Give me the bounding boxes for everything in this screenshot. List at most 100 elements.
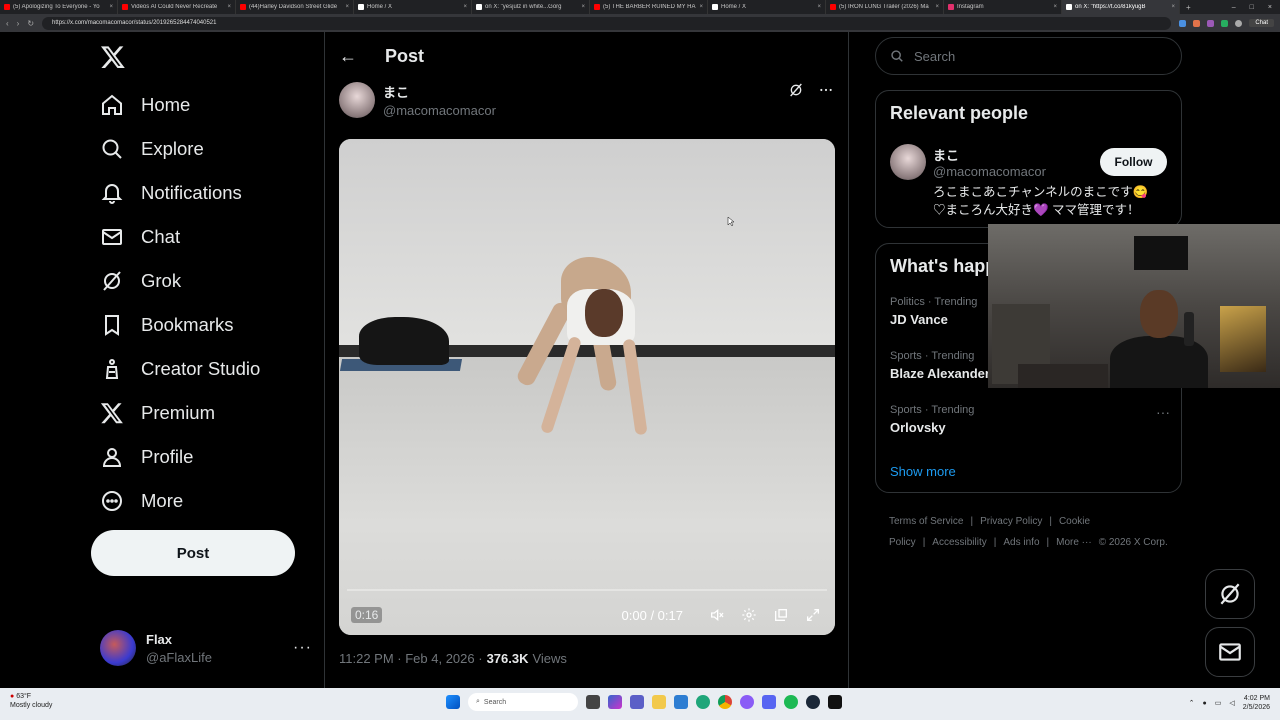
minimize-icon[interactable]: – xyxy=(1232,4,1236,11)
show-more-link[interactable]: Show more xyxy=(890,464,956,479)
nav-item-home[interactable]: Home xyxy=(100,85,190,125)
browser-tab[interactable]: on X: "yesjulz in white...Gorg × xyxy=(472,0,590,14)
extension-icon[interactable] xyxy=(1193,19,1201,27)
close-window-icon[interactable]: × xyxy=(1268,4,1272,11)
clock[interactable]: 4:02 PM 2/5/2026 xyxy=(1243,694,1270,712)
relevant-person-handle[interactable]: @macomacomacor xyxy=(933,164,1046,179)
tab-close-icon[interactable]: × xyxy=(345,4,349,10)
post-timestamp[interactable]: 11:22 PM · Feb 4, 2026 · xyxy=(339,651,483,666)
tab-close-icon[interactable]: × xyxy=(581,4,585,10)
footer-link[interactable]: More ··· xyxy=(1056,537,1092,548)
relevant-person-name[interactable]: まこ xyxy=(933,145,959,164)
grok-icon xyxy=(103,271,121,291)
nav-item-profile[interactable]: Profile xyxy=(100,437,193,477)
grok-floating-button[interactable] xyxy=(1205,569,1255,619)
back-arrow-icon[interactable]: ‹ xyxy=(6,19,9,28)
browser-tab[interactable]: (5) THE BARBER RUINED MY HA × xyxy=(590,0,708,14)
avatar[interactable] xyxy=(890,144,926,180)
new-tab-icon[interactable]: + xyxy=(1180,3,1197,12)
taskbar-search[interactable]: ⌕ Search xyxy=(468,693,578,711)
author-name[interactable]: まこ xyxy=(383,82,496,101)
video-player[interactable]: 0:16 0:00 / 0:17 xyxy=(339,139,835,635)
browser-tab[interactable]: (5) IRON LUNG Trailer (2026) Ma × xyxy=(826,0,944,14)
nav-item-notifications[interactable]: Notifications xyxy=(100,173,242,213)
nav-item-creator-studio[interactable]: Creator Studio xyxy=(100,349,260,389)
tab-close-icon[interactable]: × xyxy=(935,4,939,10)
footer-link[interactable]: Privacy Policy xyxy=(980,516,1042,527)
network-icon[interactable]: ▭ xyxy=(1215,699,1222,707)
extension-icon[interactable] xyxy=(1179,19,1187,27)
copilot-icon[interactable] xyxy=(608,695,622,709)
browser-tab[interactable]: Instagram × xyxy=(944,0,1062,14)
more-horizontal-icon[interactable] xyxy=(818,82,834,98)
nav-item-explore[interactable]: Explore xyxy=(100,129,204,169)
browser-tab[interactable]: Videos AI Could Never Recreate × xyxy=(118,0,236,14)
pip-icon[interactable] xyxy=(771,605,791,625)
tab-close-icon[interactable]: × xyxy=(817,4,821,10)
back-arrow-icon[interactable]: ← xyxy=(339,46,357,67)
browser-tab[interactable]: (44)Harley Davidson Street Glide × xyxy=(236,0,354,14)
trend-item[interactable]: Sports · Trending Orlovsky ··· xyxy=(890,404,1170,435)
address-bar[interactable]: https://x.com/macomacomacor/status/20192… xyxy=(42,16,1172,30)
x-logo-icon[interactable] xyxy=(100,44,126,70)
teams-icon[interactable] xyxy=(630,695,644,709)
spotify-icon[interactable] xyxy=(784,695,798,709)
footer-link[interactable]: Terms of Service xyxy=(889,516,963,527)
tab-close-icon[interactable]: × xyxy=(463,4,467,10)
post-author[interactable]: まこ @macomacomacor xyxy=(339,82,496,118)
tab-close-icon[interactable]: × xyxy=(699,4,703,10)
tab-close-icon[interactable]: × xyxy=(1053,4,1057,10)
store-icon[interactable] xyxy=(674,695,688,709)
chrome-icon[interactable] xyxy=(718,695,732,709)
nav-item-bookmarks[interactable]: Bookmarks xyxy=(100,305,234,345)
nav-item-chat[interactable]: Chat xyxy=(100,217,180,257)
file-explorer-icon[interactable] xyxy=(652,695,666,709)
task-view-icon[interactable] xyxy=(586,695,600,709)
extension-icon[interactable] xyxy=(1221,19,1229,27)
browser-tab[interactable]: on X: "https://t.co/81kyugB × xyxy=(1062,0,1180,14)
avatar[interactable] xyxy=(339,82,375,118)
search-input[interactable]: Search xyxy=(875,37,1182,75)
messages-floating-button[interactable] xyxy=(1205,627,1255,677)
grok-icon[interactable] xyxy=(788,82,804,98)
windows-start-icon[interactable] xyxy=(446,695,460,709)
extension-icon[interactable] xyxy=(1207,19,1215,27)
footer-link[interactable]: Accessibility xyxy=(932,537,986,548)
reload-icon[interactable]: ↻ xyxy=(27,19,34,28)
tab-close-icon[interactable]: × xyxy=(1171,4,1175,10)
follow-button[interactable]: Follow xyxy=(1100,148,1167,176)
browser-chat-button[interactable]: Chat xyxy=(1249,19,1274,27)
chevron-up-icon[interactable]: ⌃ xyxy=(1189,699,1195,707)
weather-widget[interactable]: ● 63°F Mostly cloudy xyxy=(10,692,52,710)
nav-item-more[interactable]: More xyxy=(100,481,183,521)
app-icon[interactable] xyxy=(740,695,754,709)
tab-close-icon[interactable]: × xyxy=(227,4,231,10)
capcut-icon[interactable] xyxy=(828,695,842,709)
video-progress-bar[interactable] xyxy=(347,589,827,591)
mute-icon[interactable] xyxy=(707,605,727,625)
profile-avatar-icon[interactable] xyxy=(1235,19,1243,27)
browser-tab[interactable]: Home / X × xyxy=(708,0,826,14)
post-button[interactable]: Post xyxy=(91,530,295,576)
forward-arrow-icon[interactable]: › xyxy=(17,19,20,28)
maximize-icon[interactable]: □ xyxy=(1250,4,1254,11)
nav-item-grok[interactable]: Grok xyxy=(100,261,181,301)
account-more-icon[interactable]: ··· xyxy=(293,639,312,657)
more-horizontal-icon[interactable]: ··· xyxy=(1156,404,1170,420)
browser-tab[interactable]: Home / X × xyxy=(354,0,472,14)
footer-link[interactable]: Ads info xyxy=(1003,537,1039,548)
account-switcher[interactable]: Flax @aFlaxLife ··· xyxy=(100,626,312,670)
steam-icon[interactable] xyxy=(806,695,820,709)
tab-close-icon[interactable]: × xyxy=(109,4,113,10)
footer-link[interactable]: © 2026 X Corp. xyxy=(1099,537,1168,548)
discord-icon[interactable] xyxy=(762,695,776,709)
fullscreen-icon[interactable] xyxy=(803,605,823,625)
edge-icon[interactable] xyxy=(696,695,710,709)
volume-icon[interactable]: ◁ xyxy=(1229,699,1234,707)
nav-item-premium[interactable]: Premium xyxy=(100,393,215,433)
taskbar-search-label: Search xyxy=(483,698,507,706)
settings-gear-icon[interactable] xyxy=(739,605,759,625)
browser-tab[interactable]: (5) Apologizing To Everyone - Yo × xyxy=(0,0,118,14)
microphone-icon[interactable]: ● xyxy=(1203,700,1207,707)
author-handle[interactable]: @macomacomacor xyxy=(383,103,496,118)
